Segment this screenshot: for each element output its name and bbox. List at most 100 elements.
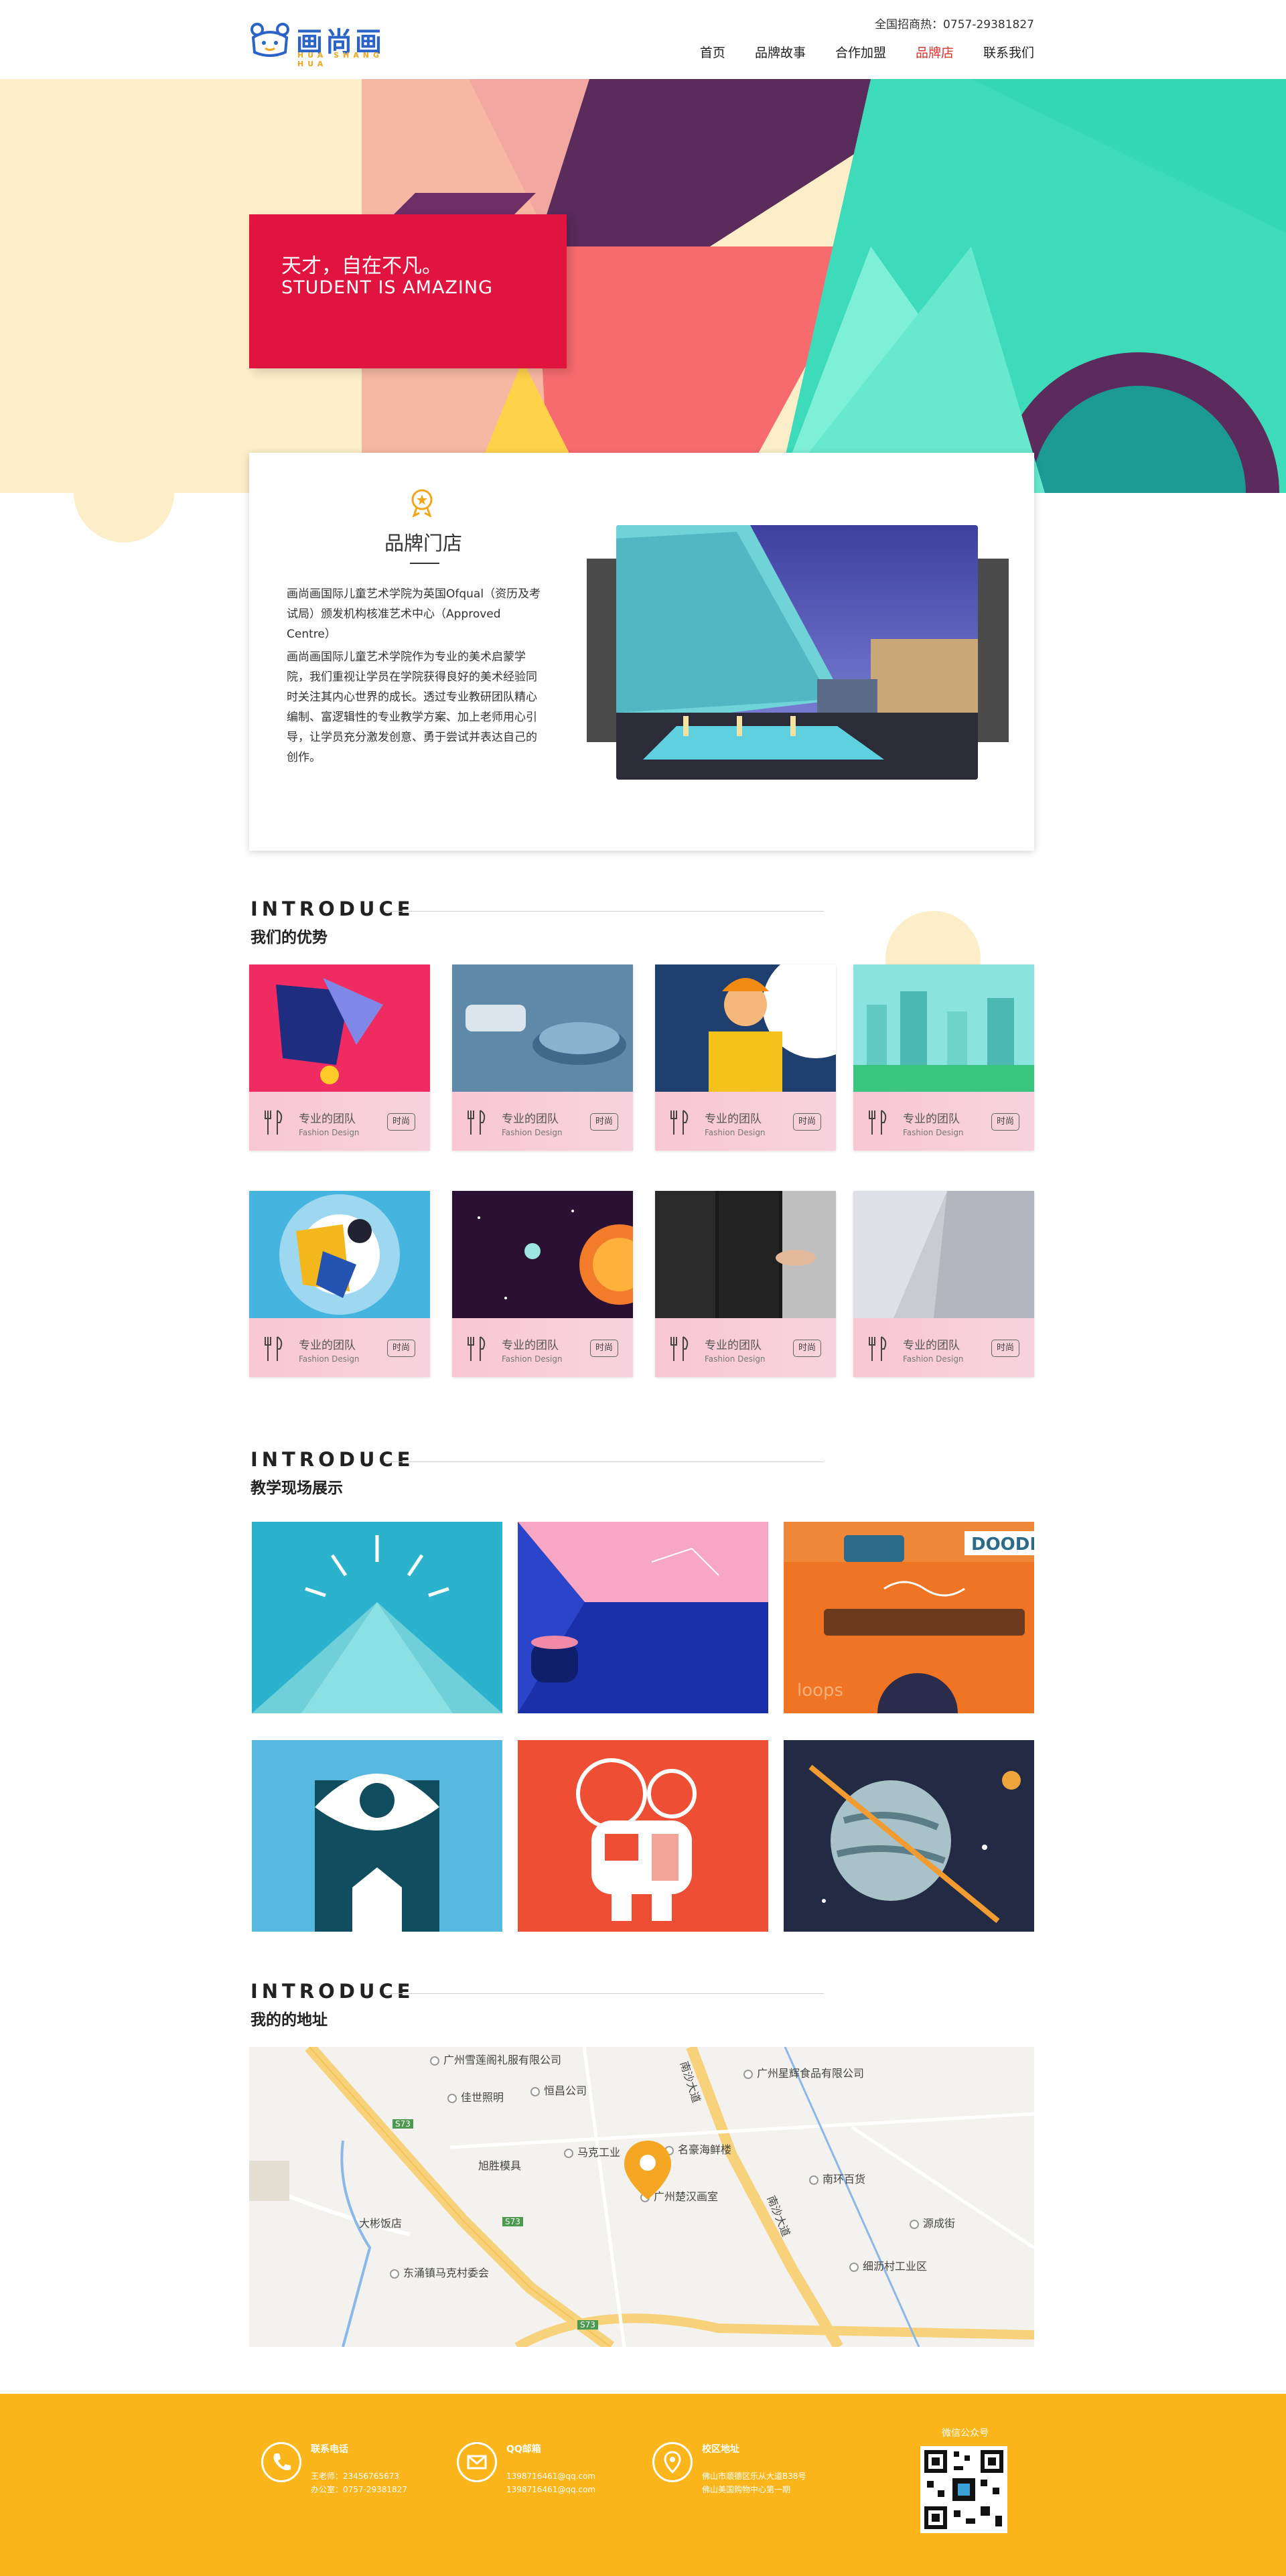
card-caption-bar: 专业的团队 Fashion Design 时尚 [655, 1092, 836, 1151]
map-poi: 东涌镇马克村委会 [390, 2264, 489, 2280]
nav-brand-story[interactable]: 品牌故事 [755, 43, 806, 61]
poi-label: 马克工业 [577, 2146, 621, 2159]
tile-art [252, 1522, 502, 1713]
advantage-card[interactable]: 专业的团队 Fashion Design 时尚 [655, 964, 836, 1151]
poi-label: 佳世照明 [461, 2091, 504, 2104]
poi-label: 细沥村工业区 [863, 2260, 928, 2273]
main-nav: 首页 品牌故事 合作加盟 品牌店 联系我们 [670, 43, 1034, 61]
teaching-tile[interactable] [252, 1522, 502, 1713]
fork-knife-icon [670, 1336, 689, 1361]
advantage-card[interactable]: 专业的团队 Fashion Design 时尚 [655, 1191, 836, 1377]
map-poi: 广州雪莲阁礼服有限公司 [430, 2051, 561, 2067]
teaching-tile[interactable] [784, 1740, 1034, 1932]
poi-label: 南环百货 [823, 2173, 866, 2186]
card-image [853, 1191, 1034, 1318]
advantage-card[interactable]: 专业的团队 Fashion Design 时尚 [452, 1191, 633, 1377]
card-image [853, 964, 1034, 1092]
card-title: 专业的团队 [903, 1339, 960, 1352]
teaching-tile[interactable] [252, 1740, 502, 1932]
map-poi: 南环百货 [809, 2170, 865, 2186]
nav-home[interactable]: 首页 [700, 43, 725, 61]
map-poi: 源成街 [910, 2214, 955, 2230]
poi-dot-icon [430, 2056, 439, 2066]
site-logo[interactable]: 画尚画 HUA SHANG HUA [249, 20, 397, 68]
wechat-qr-code-icon[interactable] [920, 2446, 1007, 2533]
nav-contact[interactable]: 联系我们 [983, 43, 1034, 61]
location-pin-icon[interactable] [624, 2141, 671, 2200]
map-poi: 大彬饭店 [359, 2214, 402, 2230]
store-building-photo [616, 525, 978, 780]
location-map[interactable]: 广州雪莲阁礼服有限公司 恒昌公司 佳世照明 广州星辉食品有限公司 马克工业 名豪… [249, 2047, 1034, 2347]
card-tag-button[interactable]: 时尚 [793, 1113, 821, 1131]
card-image [249, 964, 430, 1092]
card-subtitle: Fashion Design [502, 1354, 563, 1364]
teaching-tile[interactable] [518, 1522, 768, 1713]
advantage-card[interactable]: 专业的团队 Fashion Design 时尚 [853, 964, 1034, 1151]
card-tag-button[interactable]: 时尚 [387, 1340, 415, 1357]
card-image [452, 1191, 633, 1318]
advantage-card[interactable]: 专业的团队 Fashion Design 时尚 [452, 964, 633, 1151]
map-poi: 名豪海鲜楼 [664, 2141, 731, 2157]
card-title: 专业的团队 [299, 1113, 356, 1126]
card-tag-button[interactable]: 时尚 [991, 1340, 1019, 1357]
phone-line-2[interactable]: 办公室：0757-29381827 [311, 2484, 407, 2496]
poi-dot-icon [809, 2175, 818, 2185]
card-tag-button[interactable]: 时尚 [387, 1113, 415, 1131]
card-subtitle: Fashion Design [299, 1128, 360, 1137]
tile-art [518, 1740, 768, 1932]
brand-store-panel: 品牌门店 画尚画国际儿童艺术学院为英国Ofqual（资历及考试局）颁发机构核准艺… [249, 453, 1034, 851]
card-tag-button[interactable]: 时尚 [590, 1113, 618, 1131]
poi-label: 东涌镇马克村委会 [403, 2267, 490, 2279]
card-title: 专业的团队 [502, 1113, 559, 1126]
section-rule [384, 911, 824, 912]
address-title: 校区地址 [702, 2444, 739, 2455]
nav-franchise[interactable]: 合作加盟 [835, 43, 886, 61]
poi-label: 旭胜模具 [478, 2159, 522, 2172]
card-caption-bar: 专业的团队 Fashion Design 时尚 [249, 1092, 430, 1151]
wechat-qr-title: 微信公众号 [942, 2428, 989, 2439]
award-badge-icon [411, 489, 433, 517]
card-tag-button[interactable]: 时尚 [991, 1113, 1019, 1131]
advantage-card[interactable]: 专业的团队 Fashion Design 时尚 [249, 1191, 430, 1377]
address-line-1: 佛山市顺德区乐从大道B38号 [702, 2472, 806, 2481]
teaching-tile[interactable]: DOODL loops [784, 1522, 1034, 1713]
location-icon [652, 2442, 693, 2482]
nav-brand-store[interactable]: 品牌店 [916, 43, 954, 61]
section-rule [384, 1461, 824, 1462]
card-tag-button[interactable]: 时尚 [793, 1340, 821, 1357]
card-subtitle: Fashion Design [903, 1354, 964, 1364]
poi-dot-icon [849, 2262, 859, 2272]
teaching-tile[interactable] [518, 1740, 768, 1932]
map-poi: 佳世照明 [447, 2088, 504, 2104]
poi-label: 恒昌公司 [544, 2084, 587, 2097]
card-caption-bar: 专业的团队 Fashion Design 时尚 [452, 1092, 633, 1151]
card-tag-button[interactable]: 时尚 [590, 1340, 618, 1357]
section-en-title: INTRODUCE [251, 898, 415, 920]
card-subtitle: Fashion Design [705, 1128, 766, 1137]
brand-intro-paragraph-2: 画尚画国际儿童艺术学院作为专业的美术启蒙学院，我们重视让学员在学院获得良好的美术… [287, 650, 537, 764]
mail-line-2[interactable]: 1398716461@qq.com [506, 2484, 595, 2496]
fork-knife-icon [869, 1336, 887, 1361]
card-title: 专业的团队 [502, 1339, 559, 1352]
hotline-text: 全国招商热：0757-29381827 [875, 18, 1034, 31]
card-image [655, 1191, 836, 1318]
logo-subtitle: HUA SHANG HUA [297, 51, 384, 68]
card-subtitle: Fashion Design [705, 1354, 766, 1364]
mail-line-1[interactable]: 1398716461@qq.com [506, 2470, 595, 2482]
section-cn-title: 我们的优势 [251, 929, 328, 946]
advantage-card[interactable]: 专业的团队 Fashion Design 时尚 [249, 964, 430, 1151]
section-advantages-heading: INTRODUCE 我们的优势 [251, 898, 824, 947]
section-cn-title: 教学现场展示 [251, 1480, 343, 1497]
advantage-card[interactable]: 专业的团队 Fashion Design 时尚 [853, 1191, 1034, 1377]
hero-slogan-cn: 天才，自在不凡。 [281, 255, 442, 278]
section-en-title: INTRODUCE [251, 1980, 415, 2003]
phone-line-1[interactable]: 王老师：23456765673 [311, 2470, 399, 2482]
brand-photo-carousel[interactable] [587, 525, 1009, 780]
highway-badge: S73 [577, 2320, 598, 2330]
map-poi: 细沥村工业区 [849, 2257, 927, 2273]
poi-label: 源成街 [923, 2217, 956, 2230]
doodle-text: DOODL [971, 1534, 1034, 1555]
phone-title: 联系电话 [311, 2444, 348, 2455]
fork-knife-icon [468, 1336, 486, 1361]
poi-dot-icon [390, 2269, 399, 2279]
